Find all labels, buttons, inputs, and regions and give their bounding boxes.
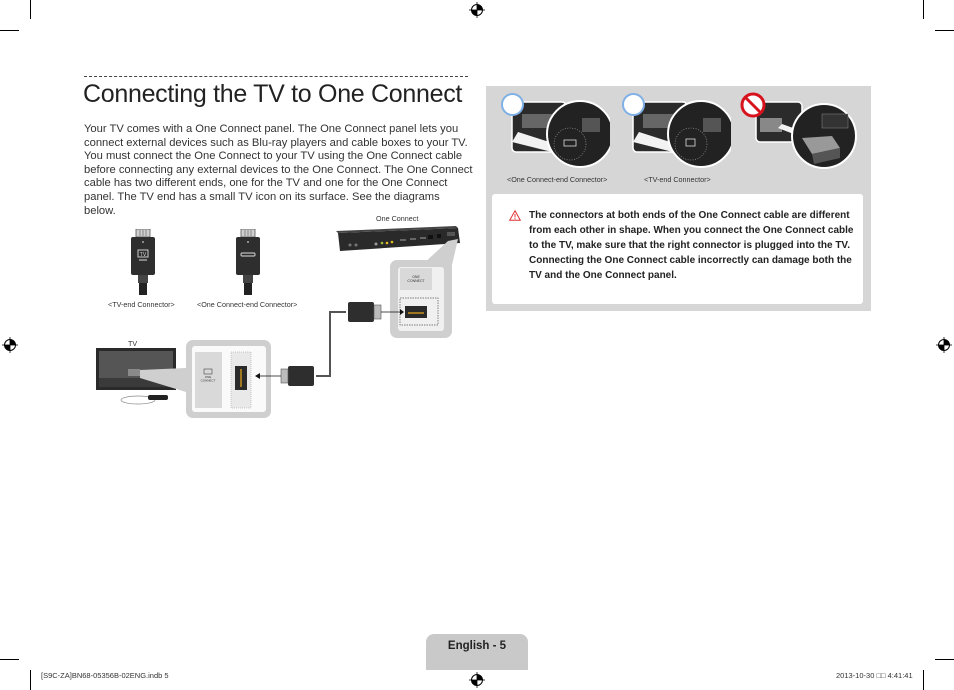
crop-mark	[30, 0, 31, 19]
panel-image-incorrect	[740, 92, 860, 170]
registration-mark-icon	[469, 672, 485, 688]
registration-mark-icon	[2, 337, 18, 353]
warning-triangle-icon	[509, 210, 521, 221]
panel-image-correct-one-connect-end	[498, 92, 614, 170]
intro-paragraph: Your TV comes with a One Connect panel. …	[84, 123, 473, 217]
tv-icon-text: TV	[140, 252, 147, 258]
file-slug: [S9C-ZA]BN68-05356B-02ENG.indb 5	[41, 671, 169, 680]
panel-caption-tv-end: <TV-end Connector>	[644, 175, 711, 184]
page-number-label: English - 5	[447, 640, 507, 652]
section-divider	[84, 76, 468, 77]
one-connect-cable-image	[255, 302, 404, 386]
port-label-line2: CONNECT	[407, 279, 425, 283]
date-slug: 2013-10-30 □□ 4:41:41	[836, 671, 913, 680]
crop-mark	[935, 30, 954, 31]
registration-mark-icon	[936, 337, 952, 353]
correct-ring-icon	[622, 93, 645, 116]
connector-orientation-panel: <One Connect-end Connector> <TV-end Conn…	[486, 86, 871, 311]
tv-label: TV	[128, 339, 138, 348]
caution-note: The connectors at both ends of the One C…	[492, 194, 863, 304]
registration-mark-icon	[469, 2, 485, 18]
crop-mark	[0, 659, 19, 660]
panel-image-correct-tv-end	[619, 92, 735, 170]
crop-mark	[0, 30, 19, 31]
correct-ring-icon	[501, 93, 524, 116]
tv-port-label-line2: CONNECT	[201, 379, 216, 383]
tv-end-connector-image: TV	[131, 229, 155, 295]
crop-mark	[923, 670, 924, 690]
page-number-tab: English - 5	[426, 634, 528, 670]
prohibited-icon	[740, 92, 766, 118]
tv-end-connector-caption: <TV-end Connector>	[108, 300, 175, 309]
one-connect-end-connector-image	[236, 229, 260, 295]
crop-mark	[935, 659, 954, 660]
crop-mark	[30, 670, 31, 690]
one-connect-label: One Connect	[376, 214, 419, 223]
crop-mark	[923, 0, 924, 19]
page-title: Connecting the TV to One Connect	[83, 80, 463, 108]
caution-note-text: The connectors at both ends of the One C…	[529, 210, 854, 281]
panel-caption-one-connect-end: <One Connect-end Connector>	[507, 175, 608, 184]
